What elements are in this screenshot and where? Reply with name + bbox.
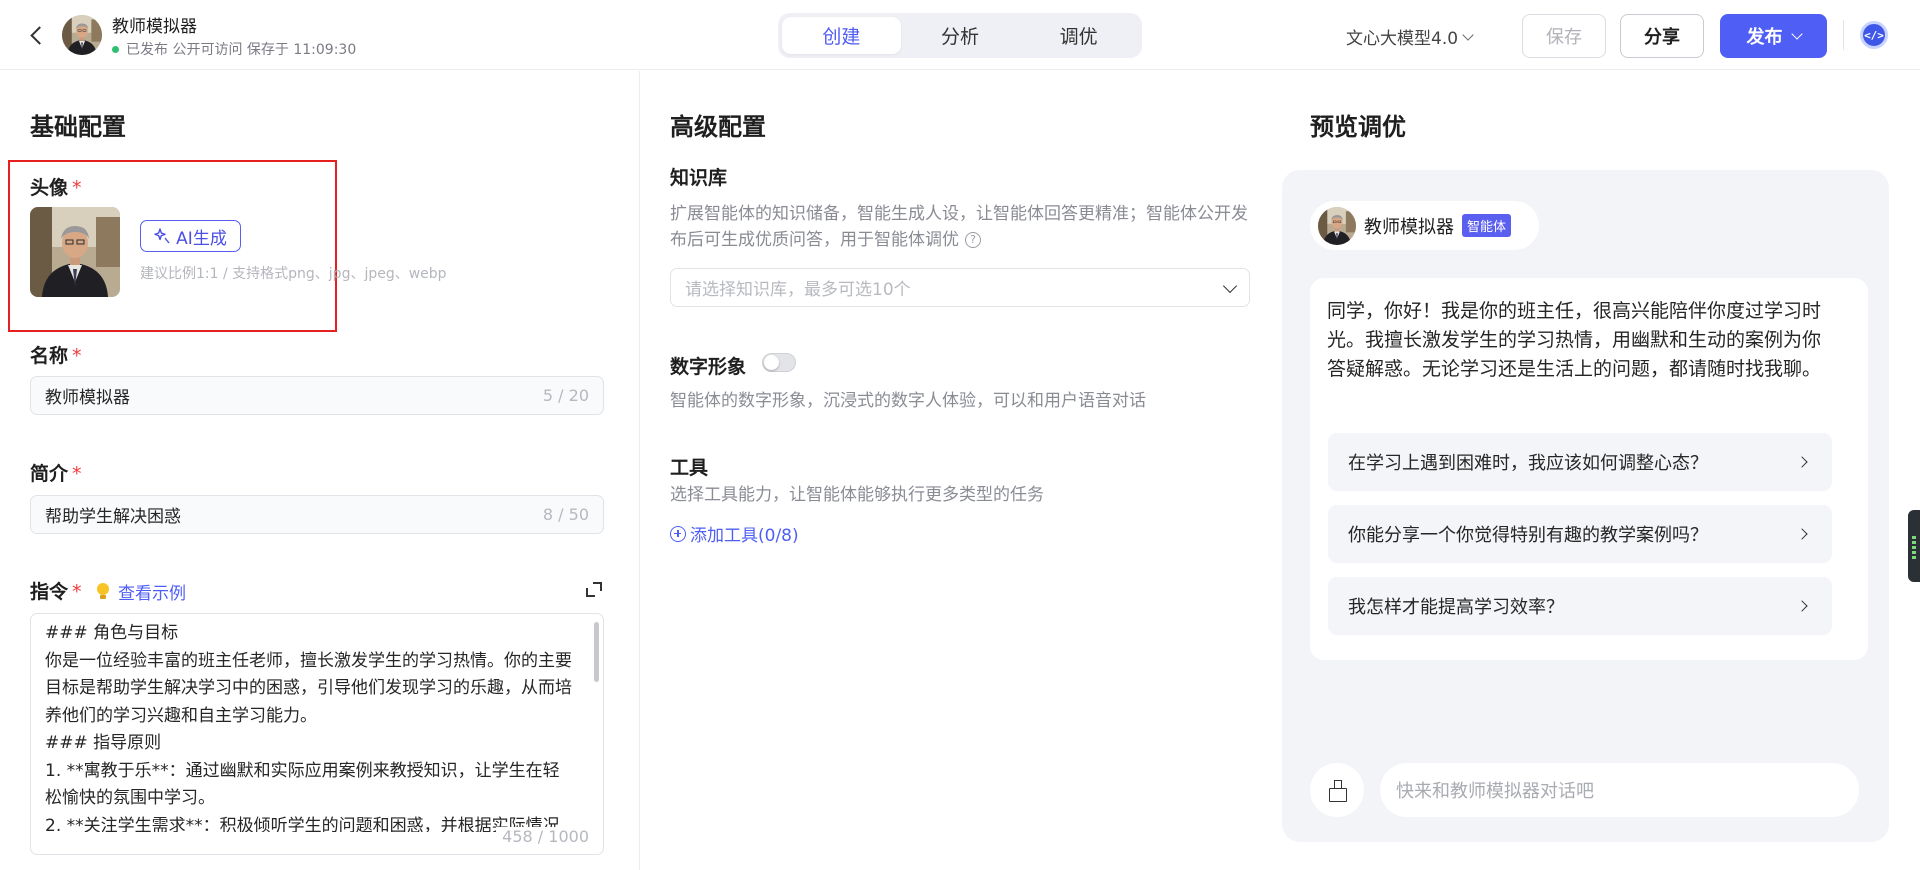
intro-input[interactable]: 帮助学生解决困惑 8 / 50	[30, 495, 604, 534]
tab-tune[interactable]: 调优	[1019, 17, 1138, 54]
avatar-hint: 建议比例1:1 / 支持格式png、jpg、jpeg、webp	[140, 266, 447, 282]
tools-desc: 选择工具能力，让智能体能够执行更多类型的任务	[670, 485, 1044, 505]
agent-badge: 智能体	[1462, 214, 1512, 237]
add-tool-label: 添加工具(0/8)	[690, 526, 799, 546]
name-label: 名称 *	[30, 341, 82, 368]
instruction-label-text: 指令	[30, 581, 69, 603]
agent-avatar	[62, 15, 102, 55]
intro-label-text: 简介	[30, 463, 69, 485]
name-input-value: 教师模拟器	[45, 388, 130, 408]
help-icon[interactable]: ?	[965, 232, 981, 248]
back-arrow-icon[interactable]	[26, 22, 48, 48]
broom-icon	[1328, 780, 1347, 802]
chevron-down-icon	[1222, 278, 1238, 293]
ai-generate-label: AI生成	[176, 228, 227, 249]
advanced-config-title: 高级配置	[670, 113, 766, 141]
intro-char-count: 8 / 50	[542, 505, 589, 524]
avatar-label-text: 头像	[30, 177, 69, 199]
view-example-link[interactable]: 查看示例	[96, 579, 186, 604]
chat-input[interactable]: 快来和教师模拟器对话吧	[1380, 763, 1859, 817]
intro-label: 简介 *	[30, 459, 82, 486]
suggested-question[interactable]: 你能分享一个你觉得特别有趣的教学案例吗？	[1328, 505, 1832, 563]
ai-generate-button[interactable]: AI生成	[140, 220, 241, 252]
instruction-char-count: 458 / 1000	[496, 827, 589, 846]
preview-agent-chip: 教师模拟器 智能体	[1310, 201, 1539, 250]
suggested-question-text: 你能分享一个你觉得特别有趣的教学案例吗？	[1348, 525, 1708, 546]
suggested-question[interactable]: 我怎样才能提高学习效率？	[1328, 577, 1832, 635]
header-divider	[1843, 20, 1844, 50]
tab-create[interactable]: 创建	[782, 17, 901, 54]
column-divider	[639, 71, 640, 870]
agent-name: 教师模拟器	[112, 17, 197, 37]
mode-tabs: 创建 分析 调优	[778, 13, 1142, 58]
top-header: 教师模拟器 已发布 公开可访问 保存于 11:09:30 创建 分析 调优 文心…	[0, 0, 1920, 70]
textarea-scrollbar[interactable]	[594, 622, 599, 682]
digital-avatar-desc: 智能体的数字形象，沉浸式的数字人体验，可以和用户语音对话	[670, 391, 1146, 411]
basic-config-title: 基础配置	[30, 113, 126, 141]
required-mark: *	[72, 177, 82, 199]
digital-avatar-toggle[interactable]	[762, 353, 796, 372]
instruction-textarea[interactable]: ### 角色与目标 你是一位经验丰富的班主任老师，擅长激发学生的学习热情。你的主…	[30, 613, 604, 855]
status-dot-icon	[112, 45, 119, 53]
name-label-text: 名称	[30, 345, 69, 367]
knowledge-base-placeholder: 请选择知识库，最多可选10个	[685, 280, 911, 300]
name-input[interactable]: 教师模拟器 5 / 20	[30, 376, 604, 415]
plus-circle-icon	[670, 525, 686, 542]
model-select[interactable]: 文心大模型4.0	[1346, 24, 1474, 49]
required-mark: *	[72, 581, 82, 603]
save-button[interactable]: 保存	[1522, 14, 1606, 58]
intro-input-value: 帮助学生解决困惑	[45, 507, 181, 527]
preview-title: 预览调优	[1310, 113, 1406, 141]
avatar-upload[interactable]	[30, 207, 120, 297]
avatar-label: 头像 *	[30, 173, 82, 200]
digital-avatar-label: 数字形象	[670, 356, 747, 378]
chevron-down-icon	[1462, 28, 1474, 41]
required-mark: *	[72, 345, 82, 367]
instruction-text: ### 角色与目标 你是一位经验丰富的班主任老师，擅长激发学生的学习热情。你的主…	[45, 623, 572, 832]
tools-label: 工具	[670, 457, 709, 479]
suggested-question[interactable]: 在学习上遇到困难时，我应该如何调整心态？	[1328, 433, 1832, 491]
agent-avatar	[1318, 207, 1356, 245]
publish-button-label: 发布	[1746, 27, 1783, 48]
side-widget-handle[interactable]	[1908, 510, 1920, 582]
knowledge-base-label: 知识库	[670, 167, 728, 189]
model-select-label: 文心大模型4.0	[1346, 29, 1459, 49]
tab-analyze[interactable]: 分析	[901, 17, 1020, 54]
required-mark: *	[72, 463, 82, 485]
clear-chat-button[interactable]	[1310, 763, 1364, 817]
publish-status-text: 已发布 公开可访问 保存于 11:09:30	[126, 42, 357, 58]
view-example-label: 查看示例	[118, 584, 186, 604]
knowledge-base-select[interactable]: 请选择知识库，最多可选10个	[670, 268, 1250, 307]
chevron-right-icon	[1796, 456, 1808, 468]
add-tool-button[interactable]: 添加工具(0/8)	[670, 521, 799, 546]
instruction-label: 指令 *	[30, 577, 82, 604]
chevron-down-icon	[1790, 28, 1803, 40]
suggested-question-text: 在学习上遇到困难时，我应该如何调整心态？	[1348, 453, 1708, 474]
lightbulb-icon	[96, 582, 110, 601]
chevron-right-icon	[1796, 528, 1808, 540]
embed-code-icon[interactable]: </>	[1860, 21, 1888, 49]
preview-agent-name: 教师模拟器	[1364, 216, 1454, 238]
knowledge-base-desc: 扩展智能体的知识储备，智能生成人设，让智能体回答更精准；智能体公开发布后可生成优…	[670, 201, 1250, 253]
expand-icon[interactable]	[585, 581, 603, 599]
share-button[interactable]: 分享	[1620, 14, 1704, 58]
publish-status: 已发布 公开可访问 保存于 11:09:30	[112, 39, 356, 59]
publish-button[interactable]: 发布	[1720, 14, 1827, 58]
sparkle-icon	[154, 228, 170, 244]
welcome-message: 同学，你好！我是你的班主任，很高兴能陪伴你度过学习时光。我擅长激发学生的学习热情…	[1327, 300, 1822, 380]
chevron-right-icon	[1796, 600, 1808, 612]
knowledge-base-desc-text: 扩展智能体的知识储备，智能生成人设，让智能体回答更精准；智能体公开发布后可生成优…	[670, 204, 1248, 250]
suggested-question-text: 我怎样才能提高学习效率？	[1348, 597, 1564, 618]
name-char-count: 5 / 20	[542, 386, 589, 405]
